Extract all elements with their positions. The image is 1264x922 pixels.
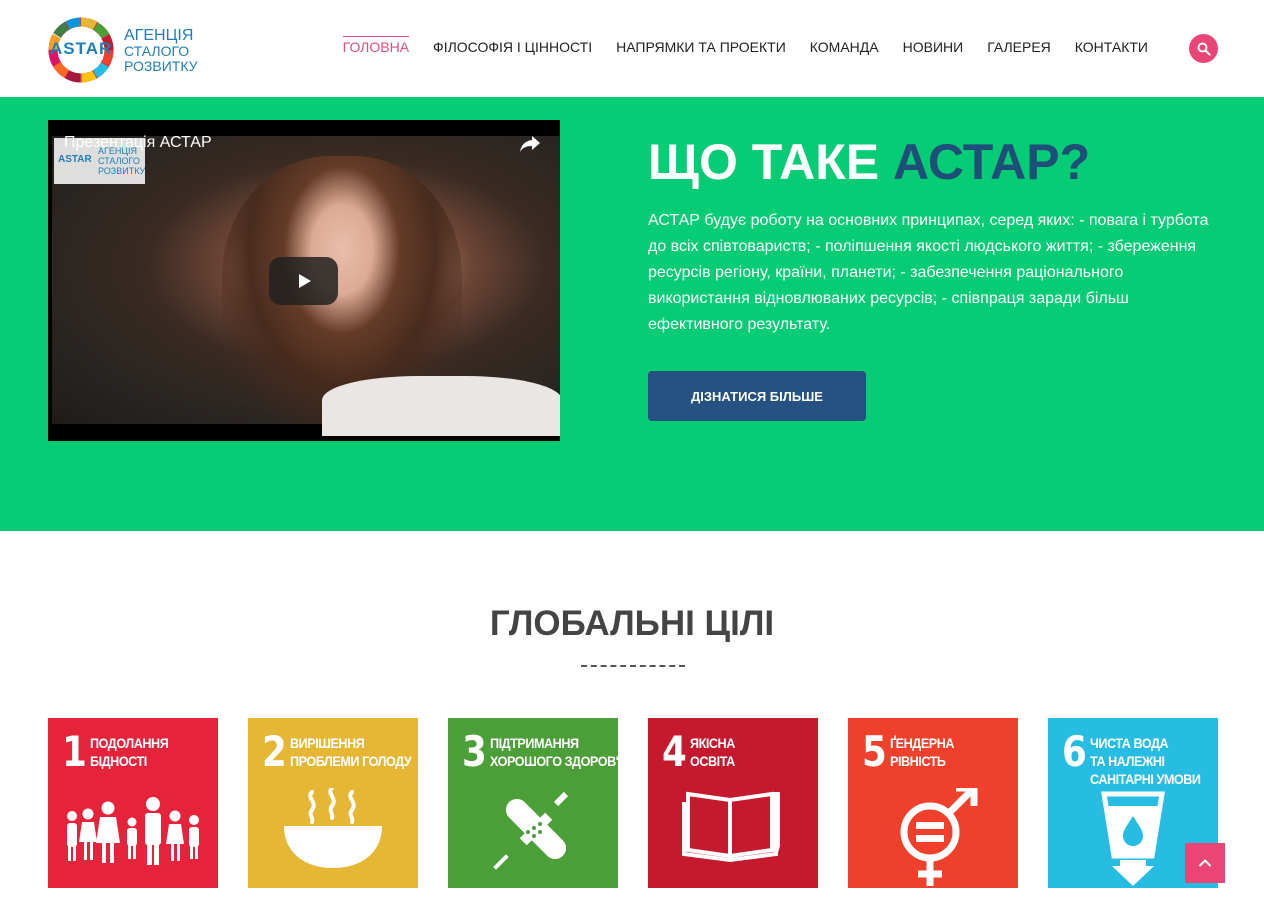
goal-title-line: ЯКІСНА [690,735,735,751]
site-logo[interactable]: ASTAR АГЕНЦІЯ СТАЛОГО РОЗВИТКУ [48,16,198,84]
hero-description: АСТАР будує роботу на основних принципах… [648,212,1209,333]
nav-item-philosophy[interactable]: ФІЛОСОФІЯ І ЦІННОСТІ [421,38,604,58]
goal-title-line: САНІТАРНІ УМОВИ [1090,771,1201,787]
goal-card-3[interactable]: 3 ПІДТРИМАННЯ ХОРОШОГО ЗДОРОВ'Я [448,718,618,888]
search-icon [1197,42,1211,56]
hero-section: ASTAR АГЕНЦІЯ СТАЛОГО РОЗВИТКУ Презентац… [0,97,1264,531]
gender-equality-icon [900,788,978,886]
goal-card-4[interactable]: 4 ЯКІСНА ОСВІТА [648,718,818,888]
goal-number: 1 [62,727,87,776]
nav-item-home[interactable]: ГОЛОВНА [331,36,421,58]
goal-title-line: ЧИСТА ВОДА [1090,735,1169,751]
health-icon [493,791,569,870]
video-title[interactable]: Презентація АСТАР [64,134,212,152]
hero-title-accent: АСТАР? [893,134,1091,190]
goal-number: 6 [1062,727,1087,776]
goal-number: 4 [662,727,687,776]
logo-line-1: АГЕНЦІЯ [124,26,194,44]
scroll-to-top-button[interactable] [1185,843,1225,883]
logo-line-3: РОЗВИТКУ [124,57,198,74]
goals-title: ГЛОБАЛЬНІ ЦІЛІ [489,604,775,643]
learn-more-button[interactable]: ДІЗНАТИСЯ БІЛЬШЕ [648,371,866,421]
site-header: ASTAR АГЕНЦІЯ СТАЛОГО РОЗВИТКУ ГОЛОВНА Ф… [0,0,1264,97]
search-button[interactable] [1189,34,1218,63]
goal-title: ПІДТРИМАННЯ ХОРОШОГО ЗДОРОВ'Я [490,734,618,770]
hero-title-main: ЩО ТАКЕ [648,134,893,190]
goal-title-line: ПОДОЛАННЯ [90,735,169,751]
goal-number: 3 [462,727,487,776]
play-button[interactable] [269,257,338,305]
nav-item-projects[interactable]: НАПРЯМКИ ТА ПРОЕКТИ [604,38,798,58]
nav-item-gallery[interactable]: ГАЛЕРЕЯ [975,38,1063,58]
nav-item-team[interactable]: КОМАНДА [798,38,891,58]
goal-card-2[interactable]: 2 ВИРІШЕННЯ ПРОБЛЕМИ ГОЛОДУ [248,718,418,888]
goal-title: ПОДОЛАННЯ БІДНОСТІ [90,734,169,770]
logo-wordmark: ASTAR [50,39,113,58]
goal-title-line: БІДНОСТІ [90,753,147,769]
chevron-up-icon [1198,859,1212,867]
goal-number: 2 [262,727,287,776]
goal-title-line: ВИРІШЕННЯ [290,735,365,751]
goal-title: ЧИСТА ВОДА ТА НАЛЕЖНІ САНІТАРНІ УМОВИ [1090,734,1201,788]
goal-card-1[interactable]: 1 ПОДОЛАННЯ БІДНОСТІ [48,718,218,888]
video-badge-line-2: СТАЛОГО [98,156,140,166]
hero-title: ЩО ТАКЕ АСТАР? [648,133,1090,191]
goal-title-line: ХОРОШОГО ЗДОРОВ'Я [490,753,618,769]
family-icon [67,797,199,865]
goal-card-5[interactable]: 5 ҐЕНДЕРНА РІВНІСТЬ [848,718,1018,888]
goals-divider [581,665,685,667]
nav-item-news[interactable]: НОВИНИ [891,38,976,58]
goal-title: ВИРІШЕННЯ ПРОБЛЕМИ ГОЛОДУ [290,734,412,770]
goal-title-line: ҐЕНДЕРНА [890,735,955,751]
nav-item-contacts[interactable]: КОНТАКТИ [1063,38,1160,58]
goal-number: 5 [862,727,887,776]
video-player[interactable]: ASTAR АГЕНЦІЯ СТАЛОГО РОЗВИТКУ Презентац… [48,120,560,441]
goal-title-line: РІВНІСТЬ [890,753,946,769]
play-icon [298,274,311,288]
logo-tagline: АГЕНЦІЯ СТАЛОГО РОЗВИТКУ [124,27,198,74]
logo-ring-icon: ASTAR [48,17,114,83]
goal-title-line: ТА НАЛЕЖНІ [1090,753,1165,769]
goal-title-line: ПРОБЛЕМИ ГОЛОДУ [290,753,412,769]
main-nav: ГОЛОВНА ФІЛОСОФІЯ І ЦІННОСТІ НАПРЯМКИ ТА… [331,36,1160,58]
video-subject-shirt [322,376,560,436]
video-badge-line-3: РОЗВИТКУ [98,166,146,176]
goal-title-line: ПІДТРИМАННЯ [490,735,579,751]
share-icon[interactable] [518,134,542,154]
video-badge-word: ASTAR [58,154,92,165]
goal-title: ҐЕНДЕРНА РІВНІСТЬ [890,734,954,770]
logo-line-2: СТАЛОГО [124,42,190,59]
bowl-icon [284,788,382,868]
goal-title-line: ОСВІТА [690,753,735,769]
book-icon [682,791,780,863]
goal-title: ЯКІСНА ОСВІТА [690,734,735,770]
